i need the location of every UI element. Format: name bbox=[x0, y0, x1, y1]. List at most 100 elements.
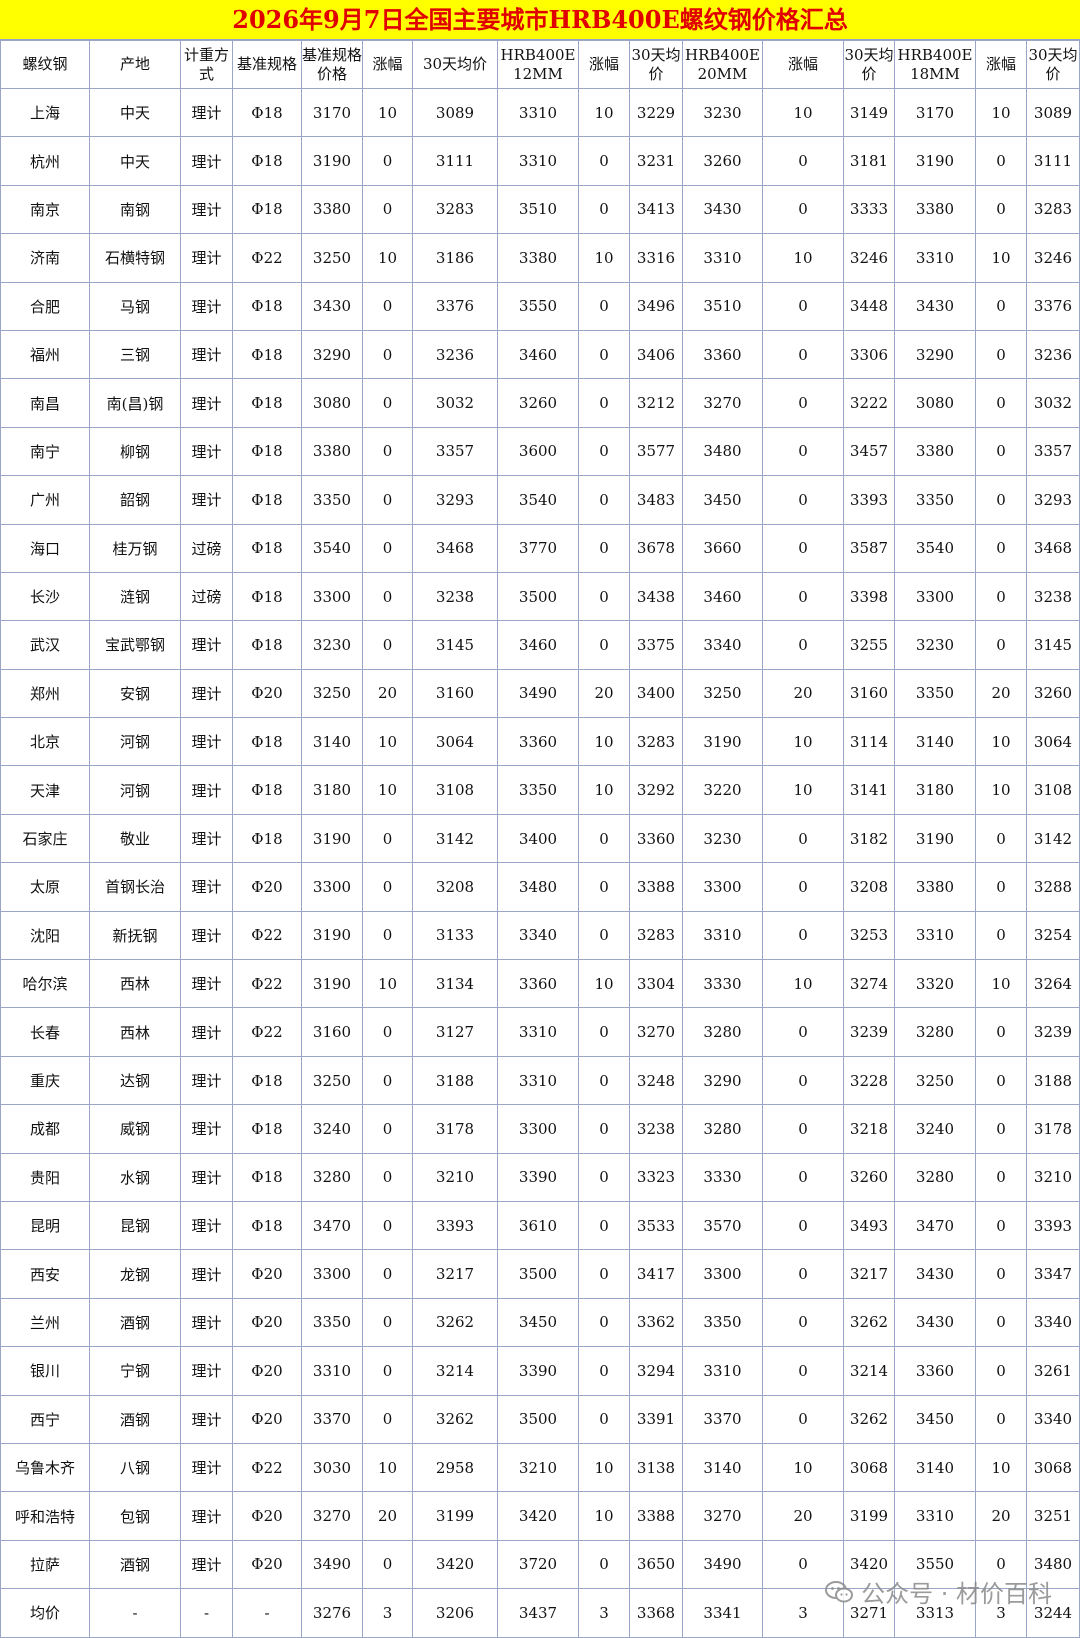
table-cell: 3199 bbox=[412, 1491, 498, 1541]
table-cell: 3230 bbox=[301, 620, 363, 670]
table-cell: 3127 bbox=[412, 1007, 498, 1057]
table-cell: 0 bbox=[762, 1200, 844, 1251]
table-cell: 3470 bbox=[301, 1200, 363, 1251]
table-cell: 3310 bbox=[497, 1007, 579, 1057]
table-cell: 理计 bbox=[180, 910, 233, 961]
price-table: 螺纹钢 产地 计重方式 基准规格 基准规格价格 涨幅 30天均价 HRB400E 12MM 涨幅… bbox=[0, 40, 1080, 1638]
table-cell: 10 bbox=[362, 717, 413, 767]
table-cell: 3310 bbox=[894, 1491, 976, 1541]
table-cell: 3190 bbox=[682, 717, 763, 767]
table-cell: 3490 bbox=[301, 1539, 363, 1590]
table-cell: 0 bbox=[762, 910, 844, 961]
table-cell: 3340 bbox=[682, 620, 763, 670]
table-cell: 3480 bbox=[682, 426, 763, 477]
table-cell: 3181 bbox=[843, 136, 895, 186]
table-cell: 0 bbox=[578, 620, 630, 670]
table-cell: 3293 bbox=[1026, 475, 1080, 525]
table-cell: 0 bbox=[762, 1394, 844, 1444]
table-row: 沈阳 新抚钢 理计 Φ22 3190 0 3133 3340 0 3283 3310 0 3253 331… bbox=[0, 910, 1080, 961]
table-cell: 3170 bbox=[894, 87, 976, 138]
table-row: 石家庄 敬业 理计 Φ18 3190 0 3142 3400 0 3360 3230 0 3182 319… bbox=[0, 813, 1080, 864]
city-cell: 杭州 bbox=[0, 136, 90, 186]
table-cell: 3350 bbox=[301, 475, 363, 525]
table-cell: 0 bbox=[578, 1394, 630, 1444]
table-cell: 3313 bbox=[894, 1588, 976, 1638]
table-cell: 10 bbox=[578, 233, 630, 283]
table-cell: 3417 bbox=[629, 1249, 683, 1299]
table-cell: 3493 bbox=[843, 1200, 895, 1251]
table-cell: 3468 bbox=[1026, 523, 1080, 573]
city-cell: 呼和浩特 bbox=[0, 1491, 90, 1541]
table-cell: 理计 bbox=[180, 136, 233, 186]
table-cell: 3199 bbox=[843, 1491, 895, 1541]
table-cell: 3 bbox=[578, 1588, 630, 1638]
table-cell: 3310 bbox=[301, 1346, 363, 1396]
table-cell: 10 bbox=[762, 233, 844, 283]
table-cell: 3260 bbox=[682, 136, 763, 186]
table-cell: 3068 bbox=[1026, 1442, 1080, 1493]
table-cell: 3300 bbox=[682, 862, 763, 912]
table-cell: 3290 bbox=[682, 1055, 763, 1106]
table-cell: 3323 bbox=[629, 1152, 683, 1202]
city-cell: 西安 bbox=[0, 1249, 90, 1299]
column-header: 涨幅 bbox=[975, 40, 1027, 89]
table-cell: 3310 bbox=[682, 910, 763, 961]
table-cell: 3398 bbox=[843, 571, 895, 622]
table-cell: 3 bbox=[975, 1588, 1027, 1638]
table-cell: 0 bbox=[975, 1007, 1027, 1057]
table-cell: 3228 bbox=[843, 1055, 895, 1106]
column-header: 涨幅 bbox=[362, 40, 413, 89]
table-cell: 3375 bbox=[629, 620, 683, 670]
table-cell: 0 bbox=[975, 862, 1027, 912]
table-cell: 3360 bbox=[894, 1346, 976, 1396]
table-row: 银川 宁钢 理计 Φ20 3310 0 3214 3390 0 3294 3310 0 3214 3360… bbox=[0, 1346, 1080, 1396]
table-cell: 3540 bbox=[301, 523, 363, 573]
city-cell: 海口 bbox=[0, 523, 90, 573]
table-cell: Φ18 bbox=[232, 717, 302, 767]
table-cell: 0 bbox=[762, 1007, 844, 1057]
table-cell: 0 bbox=[975, 813, 1027, 864]
table-cell: 3540 bbox=[894, 523, 976, 573]
table-cell: 0 bbox=[975, 1104, 1027, 1154]
table-cell: 3380 bbox=[497, 233, 579, 283]
table-cell: 3250 bbox=[301, 1055, 363, 1106]
table-cell: 0 bbox=[362, 813, 413, 864]
table-cell: 10 bbox=[362, 233, 413, 283]
table-cell: 20 bbox=[762, 668, 844, 719]
table-cell: 0 bbox=[362, 571, 413, 622]
table-cell: 20 bbox=[975, 668, 1027, 719]
table-cell: 3430 bbox=[301, 281, 363, 331]
table-cell: 3360 bbox=[682, 329, 763, 380]
table-cell: 3141 bbox=[843, 765, 895, 815]
table-row: 乌鲁木齐 八钢 理计 Φ22 3030 10 2958 3210 10 3138 3140 10 306… bbox=[0, 1442, 1080, 1493]
table-cell: 0 bbox=[362, 1346, 413, 1396]
table-cell: 3347 bbox=[1026, 1249, 1080, 1299]
table-row: 呼和浩特 包钢 理计 Φ20 3270 20 3199 3420 10 3388 3270 20 319… bbox=[0, 1491, 1080, 1541]
table-cell: Φ20 bbox=[232, 668, 302, 719]
table-cell: Φ18 bbox=[232, 1055, 302, 1106]
table-body: 上海 中天 理计 Φ18 3170 10 3089 3310 10 3229 3230 10 3149 3… bbox=[0, 87, 1080, 1638]
city-cell: 广州 bbox=[0, 475, 90, 525]
table-row: 贵阳 水钢 理计 Φ18 3280 0 3210 3390 0 3323 3330 0 3260 3280… bbox=[0, 1152, 1080, 1202]
table-cell: 3080 bbox=[301, 378, 363, 428]
table-cell: 3362 bbox=[629, 1297, 683, 1348]
table-cell: Φ22 bbox=[232, 959, 302, 1009]
table-cell: Φ18 bbox=[232, 571, 302, 622]
table-cell: 0 bbox=[362, 862, 413, 912]
table-cell: Φ18 bbox=[232, 1152, 302, 1202]
table-cell: 3300 bbox=[497, 1104, 579, 1154]
table-cell: 理计 bbox=[180, 813, 233, 864]
table-cell: 理计 bbox=[180, 620, 233, 670]
table-cell: 3 bbox=[762, 1588, 844, 1638]
table-cell: 0 bbox=[362, 1007, 413, 1057]
table-cell: 10 bbox=[762, 765, 844, 815]
table-cell: 理计 bbox=[180, 1249, 233, 1299]
table-cell: 3370 bbox=[682, 1394, 763, 1444]
table-cell: 0 bbox=[975, 1394, 1027, 1444]
table-cell: 3388 bbox=[629, 862, 683, 912]
table-row: 天津 河钢 理计 Φ18 3180 10 3108 3350 10 3292 3220 10 3141 3… bbox=[0, 765, 1080, 815]
table-cell: 3280 bbox=[894, 1152, 976, 1202]
table-cell: 3420 bbox=[843, 1539, 895, 1590]
table-cell: 新抚钢 bbox=[89, 910, 181, 961]
table-cell: 3220 bbox=[682, 765, 763, 815]
